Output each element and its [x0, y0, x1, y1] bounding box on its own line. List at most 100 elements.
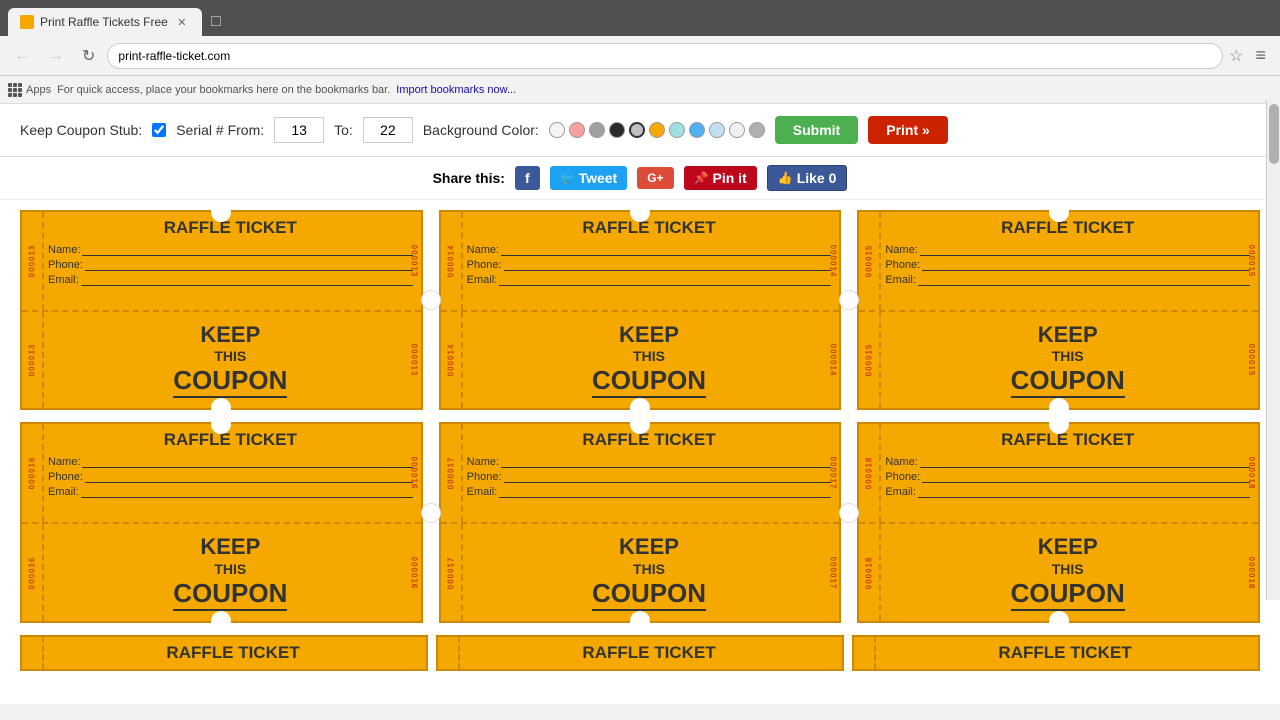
import-bookmarks-link[interactable]: Import bookmarks now... [396, 84, 516, 96]
serial-from-input[interactable] [274, 117, 324, 143]
color-swatch-lightblue[interactable] [709, 122, 725, 138]
keep-coupon-checkbox[interactable] [152, 123, 166, 137]
ticket-title-19: RAFFLE TICKET [48, 643, 418, 663]
color-swatch-medgray[interactable] [749, 122, 765, 138]
perf-bottom-17 [630, 611, 650, 631]
ticket-title-14: RAFFLE TICKET [467, 218, 832, 238]
color-swatch-teal[interactable] [669, 122, 685, 138]
bookmarks-bar: Apps For quick access, place your bookma… [0, 76, 1280, 104]
ticket-field-email-14: Email: [467, 274, 832, 286]
print-button[interactable]: Print » [868, 116, 948, 144]
coupon-text-18: KEEP THIS COUPON [1011, 534, 1125, 610]
apps-section[interactable]: Apps [8, 83, 51, 97]
coupon-number-right-14: 000014 [828, 344, 837, 377]
coupon-number-left-15: 000015 [865, 344, 874, 377]
tab-close-button[interactable]: ✕ [174, 14, 190, 30]
tab-favicon [20, 15, 34, 29]
serial-to-label: To: [334, 122, 353, 138]
ticket-unit-17: 000017 000017 RAFFLE TICKET Name: Phone:… [439, 422, 842, 622]
perf-top-17 [630, 414, 650, 434]
perf-bottom-16 [211, 611, 231, 631]
ticket-number-left-13: 000013 [28, 245, 37, 278]
coupon-number-left-14: 000014 [446, 344, 455, 377]
navigation-bar: ← → ↻ print-raffle-ticket.com ☆ ≡ [0, 36, 1280, 76]
coupon-left-stub-13: 000013 [22, 312, 44, 408]
serial-to-input[interactable] [363, 117, 413, 143]
coupon-stub-14: 000014 000014 KEEP THIS COUPON [441, 312, 840, 408]
coupon-number-right-17: 000017 [828, 556, 837, 589]
ticket-title-15: RAFFLE TICKET [885, 218, 1250, 238]
coupon-number-right-16: 000016 [410, 556, 419, 589]
tickets-area: 000013 000013 RAFFLE TICKET Name: Phone:… [0, 200, 1280, 681]
address-bar[interactable]: print-raffle-ticket.com [107, 43, 1223, 69]
ticket-main-15: 000015 000015 RAFFLE TICKET Name: Phone:… [859, 212, 1258, 312]
ticket-title-17: RAFFLE TICKET [467, 430, 832, 450]
page-content: Keep Coupon Stub: Serial # From: To: Bac… [0, 104, 1280, 704]
perf-bottom-18 [1049, 611, 1069, 631]
color-swatch-dark[interactable] [609, 122, 625, 138]
color-picker [549, 122, 765, 138]
pinterest-share-button[interactable]: 📌 Pin it [684, 166, 757, 190]
ticket-main-17: 000017 000017 RAFFLE TICKET Name: Phone:… [441, 424, 840, 524]
coupon-text-14: KEEP THIS COUPON [592, 322, 706, 398]
coupon-stub-18: 000018 000018 KEEP THIS COUPON [859, 524, 1258, 620]
vertical-scrollbar[interactable] [1266, 100, 1280, 600]
color-swatch-lightgray[interactable] [729, 122, 745, 138]
coupon-number-right-18: 000018 [1247, 556, 1256, 589]
color-swatch-gray[interactable] [589, 122, 605, 138]
submit-button[interactable]: Submit [775, 116, 858, 144]
tab-bar: Print Raffle Tickets Free ✕ □ [0, 0, 1280, 36]
coupon-text-16: KEEP THIS COUPON [173, 534, 287, 610]
active-tab[interactable]: Print Raffle Tickets Free ✕ [8, 8, 202, 36]
color-swatch-silver[interactable] [629, 122, 645, 138]
color-swatch-blue[interactable] [689, 122, 705, 138]
scrollbar-thumb[interactable] [1269, 104, 1279, 164]
color-swatch-white[interactable] [549, 122, 565, 138]
googleplus-share-button[interactable]: G+ [637, 167, 673, 189]
facebook-share-button[interactable]: f [515, 166, 540, 190]
perf-mid-circle-1 [421, 290, 441, 310]
perf-circle-top-13 [211, 202, 231, 222]
ticket-field-phone-13: Phone: [48, 259, 413, 271]
forward-button[interactable]: → [42, 43, 70, 69]
perf-mid-circle-2 [839, 290, 859, 310]
tab-title: Print Raffle Tickets Free [40, 15, 168, 29]
coupon-text-15: KEEP THIS COUPON [1011, 322, 1125, 398]
bg-color-label: Background Color: [423, 122, 539, 138]
back-button[interactable]: ← [8, 43, 36, 69]
ticket-unit-21: RAFFLE TICKET [852, 635, 1260, 671]
ticket-left-stub-13: 000013 [22, 212, 44, 310]
like-button[interactable]: 👍 Like 0 [767, 165, 848, 191]
ticket-title-21: RAFFLE TICKET [880, 643, 1250, 663]
color-swatch-orange[interactable] [649, 122, 665, 138]
ticket-title-16: RAFFLE TICKET [48, 430, 413, 450]
ticket-row-2: 000016 000016 RAFFLE TICKET Name: Phone:… [20, 422, 1260, 622]
twitter-share-button[interactable]: 🐦 Tweet [550, 166, 628, 190]
ticket-number-right-14: 000014 [828, 245, 837, 278]
ticket-unit-15: 000015 000015 RAFFLE TICKET Name: Phone:… [857, 210, 1260, 410]
browser-window: Print Raffle Tickets Free ✕ □ ← → ↻ prin… [0, 0, 1280, 104]
ticket-number-right-18: 000018 [1247, 457, 1256, 490]
ticket-unit-19: RAFFLE TICKET [20, 635, 428, 671]
ticket-field-name-14: Name: [467, 244, 832, 256]
ticket-number-left-14: 000014 [446, 245, 455, 278]
coupon-number-left-13: 000013 [28, 344, 37, 377]
bookmark-star-button[interactable]: ☆ [1229, 46, 1243, 66]
apps-label: Apps [26, 84, 51, 96]
serial-from-label: Serial # From: [176, 122, 264, 138]
ticket-number-left-17: 000017 [446, 457, 455, 490]
reload-button[interactable]: ↻ [76, 42, 101, 70]
coupon-text-17: KEEP THIS COUPON [592, 534, 706, 610]
ticket-number-right-16: 000016 [410, 457, 419, 490]
ticket-number-right-17: 000017 [828, 457, 837, 490]
perf-circle-top-14 [630, 202, 650, 222]
ticket-unit-14: 000014 000014 RAFFLE TICKET Name: Phone:… [439, 210, 842, 410]
browser-menu-button[interactable]: ≡ [1249, 41, 1272, 70]
ticket-number-left-15: 000015 [865, 245, 874, 278]
coupon-stub-15: 000015 000015 KEEP THIS COUPON [859, 312, 1258, 408]
new-tab-button[interactable]: □ [202, 8, 230, 36]
ticket-main-18: 000018 000018 RAFFLE TICKET Name: Phone:… [859, 424, 1258, 524]
ticket-row-3: RAFFLE TICKET RAFFLE TICKET RAFFLE TICKE… [20, 635, 1260, 671]
share-label: Share this: [433, 170, 505, 186]
color-swatch-pink[interactable] [569, 122, 585, 138]
